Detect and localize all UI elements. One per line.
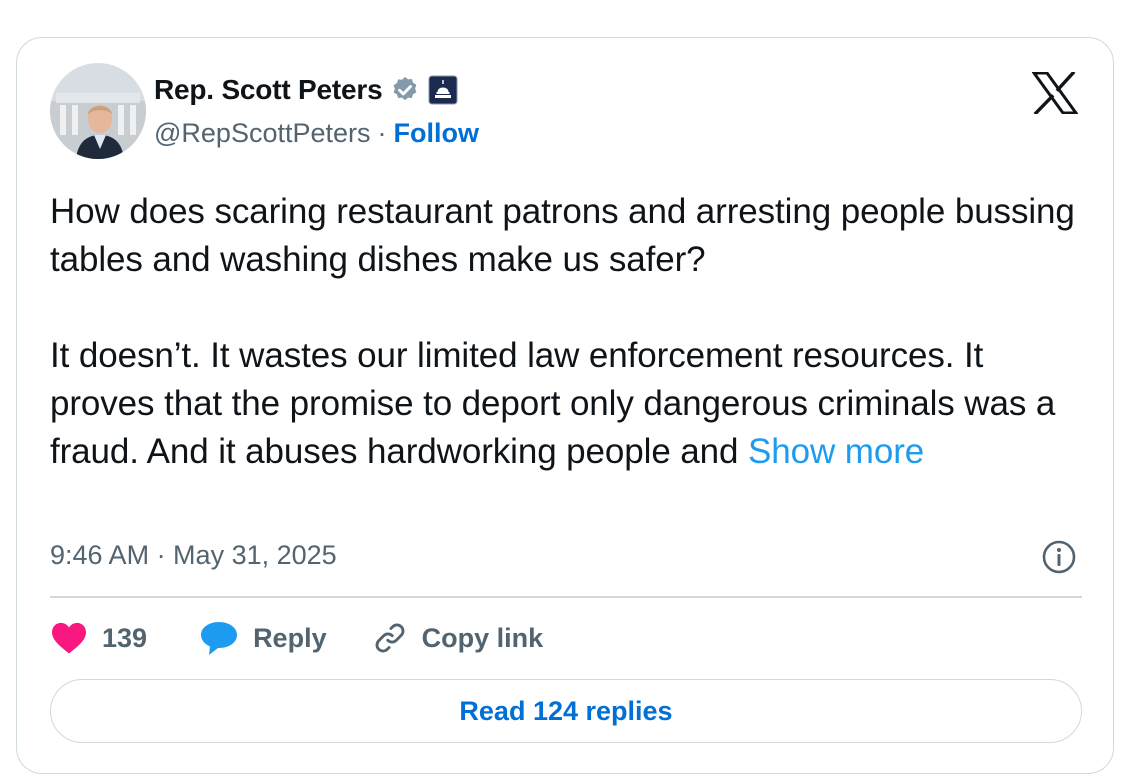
- author-name-row: Rep. Scott Peters: [154, 74, 458, 106]
- tweet-card: Rep. Scott Peters @RepScottPeters · Foll…: [16, 37, 1114, 774]
- handle[interactable]: @RepScottPeters: [154, 118, 371, 149]
- reply-label: Reply: [253, 622, 327, 653]
- separator-dot: ·: [377, 118, 387, 148]
- tweet-text: How does scaring restaurant patrons and …: [50, 188, 1090, 476]
- avatar[interactable]: [50, 63, 146, 159]
- action-bar: 139 Reply Copy link: [50, 620, 543, 656]
- like-count: 139: [102, 622, 148, 653]
- avatar-image: [50, 63, 146, 159]
- copy-link-label: Copy link: [421, 622, 544, 653]
- tweet-body: How does scaring restaurant patrons and …: [50, 192, 1075, 471]
- read-replies-button[interactable]: Read 124 replies: [50, 679, 1082, 743]
- heart-icon: [50, 621, 88, 655]
- author-handle-row: @RepScottPeters · Follow: [154, 118, 479, 149]
- divider: [50, 596, 1082, 598]
- display-name[interactable]: Rep. Scott Peters: [154, 74, 383, 106]
- verified-badge-icon[interactable]: [390, 75, 420, 105]
- reply-button[interactable]: Reply: [199, 620, 327, 656]
- info-icon[interactable]: [1041, 539, 1077, 580]
- copy-link-button[interactable]: Copy link: [372, 620, 544, 656]
- speech-bubble-icon: [199, 620, 239, 656]
- link-icon: [372, 620, 408, 656]
- follow-link[interactable]: Follow: [394, 118, 479, 149]
- like-button[interactable]: 139: [50, 621, 147, 655]
- timestamp[interactable]: 9:46 AM · May 31, 2025: [50, 540, 337, 571]
- x-logo-icon[interactable]: [1031, 70, 1079, 119]
- capitol-dome-icon[interactable]: [428, 75, 458, 105]
- show-more-link[interactable]: Show more: [748, 432, 924, 471]
